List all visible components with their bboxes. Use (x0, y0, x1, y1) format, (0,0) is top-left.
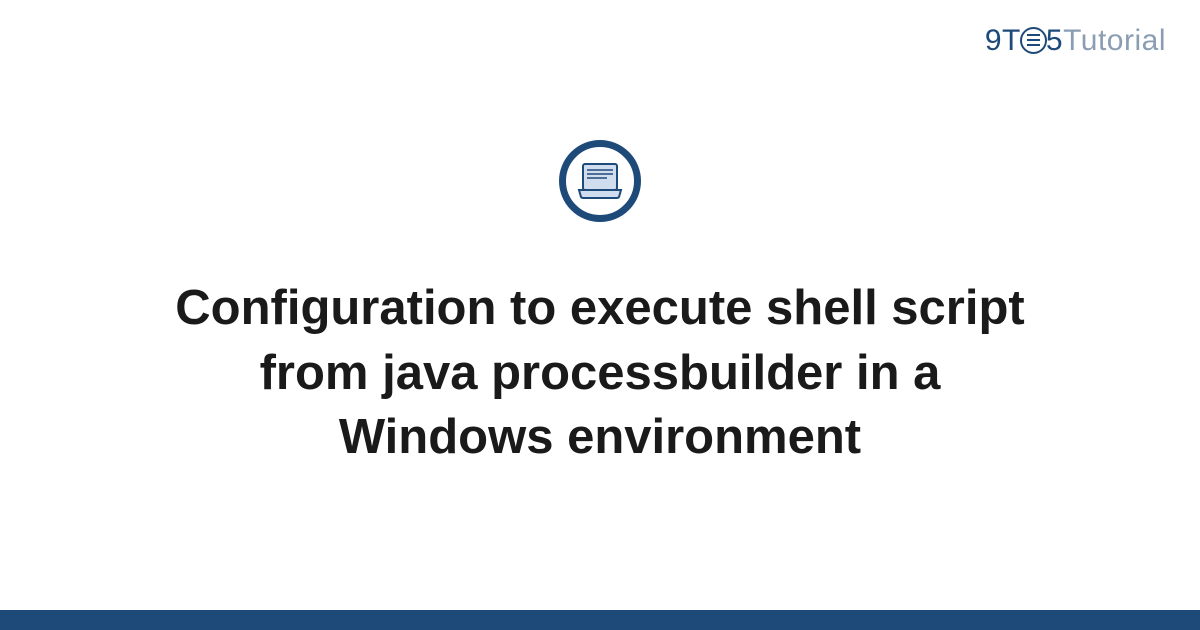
laptop-icon (577, 162, 623, 200)
page-title: Configuration to execute shell script fr… (120, 276, 1080, 470)
footer-bar (0, 610, 1200, 630)
main-content: Configuration to execute shell script fr… (0, 0, 1200, 610)
laptop-icon-circle (559, 140, 641, 222)
